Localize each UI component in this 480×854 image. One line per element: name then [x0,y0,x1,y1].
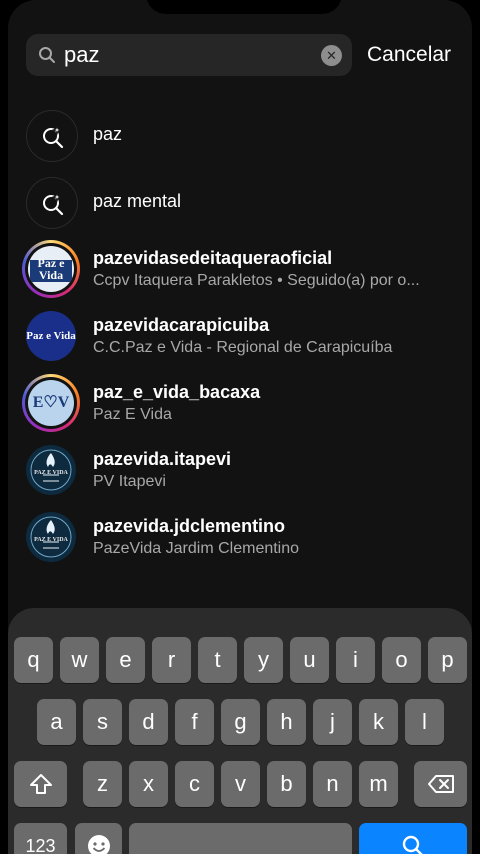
search-key[interactable] [359,823,467,854]
backspace-key[interactable] [414,761,467,807]
notch [146,0,342,14]
key-d[interactable]: d [129,699,168,745]
account-result[interactable]: PAZ E VIDA pazevida.itapevi PV Itapevi [8,437,472,503]
search-icon [39,47,55,63]
search-sparkle-icon [43,125,64,149]
clear-search-button[interactable]: ✕ [321,45,342,66]
space-key[interactable] [129,823,352,854]
key-n[interactable]: n [313,761,352,807]
phone-frame: ✕ Cancelar paz [0,0,480,854]
account-result[interactable]: Paz e Vida pazevidacarapicuiba C.C.Paz e… [8,303,472,369]
key-x[interactable]: x [129,761,168,807]
account-username: pazevidasedeitaqueraoficial [93,248,333,268]
key-v[interactable]: v [221,761,260,807]
avatar-story-ring[interactable]: Paz e Vida [22,240,80,298]
key-o[interactable]: o [382,637,421,683]
shift-arrow-icon [29,774,52,794]
search-bar[interactable]: ✕ [26,34,352,76]
account-username: paz_e_vida_bacaxa [93,382,261,402]
key-l[interactable]: l [405,699,444,745]
avatar-frame[interactable]: PAZ E VIDA [22,508,80,566]
account-result[interactable]: PAZ E VIDA pazevida.jdclementino PazeVid… [8,504,472,570]
numbers-key[interactable]: 123 [14,823,67,854]
key-s[interactable]: s [83,699,122,745]
key-k[interactable]: k [359,699,398,745]
account-subtitle: PazeVida Jardim Clementino [93,540,300,557]
keyword-icon-circle [26,177,78,229]
key-g[interactable]: g [221,699,260,745]
search-input[interactable] [64,40,304,70]
key-a[interactable]: a [37,699,76,745]
key-i[interactable]: i [336,637,375,683]
search-screen: ✕ Cancelar paz [8,0,472,854]
key-h[interactable]: h [267,699,306,745]
account-subtitle: PV Itapevi [93,473,166,490]
key-q[interactable]: q [14,637,53,683]
account-subtitle: C.C.Paz e Vida - Regional de Carapicuíba [93,339,393,356]
keyword-icon-circle [26,110,78,162]
search-sparkle-icon [43,192,64,216]
shift-key[interactable] [14,761,67,807]
close-icon: ✕ [326,48,337,63]
avatar: E♡V [28,380,74,426]
account-subtitle: Ccpv Itaquera Parakletos • Seguido(a) po… [93,272,420,289]
account-subtitle: Paz E Vida [93,406,172,423]
avatar: Paz e Vida [28,246,74,292]
key-b[interactable]: b [267,761,306,807]
key-w[interactable]: w [60,637,99,683]
key-f[interactable]: f [175,699,214,745]
avatar: PAZ E VIDA [26,512,76,562]
emoji-key[interactable] [75,823,122,854]
avatar-frame[interactable]: Paz e Vida [22,307,80,365]
account-result[interactable]: E♡V paz_e_vida_bacaxa Paz E Vida [8,370,472,436]
key-z[interactable]: z [83,761,122,807]
account-username: pazevidacarapicuiba [93,315,270,335]
avatar-story-ring[interactable]: E♡V [22,374,80,432]
keyword-result[interactable]: paz [8,100,472,166]
key-t[interactable]: t [198,637,237,683]
keyword-label: paz mental [93,191,182,211]
key-j[interactable]: j [313,699,352,745]
key-e[interactable]: e [106,637,145,683]
key-u[interactable]: u [290,637,329,683]
backspace-icon [427,775,454,793]
account-username: pazevida.itapevi [93,449,232,469]
avatar-frame[interactable]: PAZ E VIDA [22,441,80,499]
cancel-button[interactable]: Cancelar [367,43,451,67]
key-y[interactable]: y [244,637,283,683]
key-m[interactable]: m [359,761,398,807]
key-p[interactable]: p [428,637,467,683]
key-c[interactable]: c [175,761,214,807]
keyboard: q w e r t y u i o p a s d f g h j k l z … [8,608,472,854]
search-icon [402,835,423,854]
account-username: pazevida.jdclementino [93,516,286,536]
keyword-label: paz [93,124,123,144]
keyword-result[interactable]: paz mental [8,167,472,233]
emoji-icon [87,835,110,854]
avatar: Paz e Vida [26,311,76,361]
key-r[interactable]: r [152,637,191,683]
avatar: PAZ E VIDA [26,445,76,495]
account-result[interactable]: Paz e Vida pazevidasedeitaqueraoficial C… [8,236,472,302]
